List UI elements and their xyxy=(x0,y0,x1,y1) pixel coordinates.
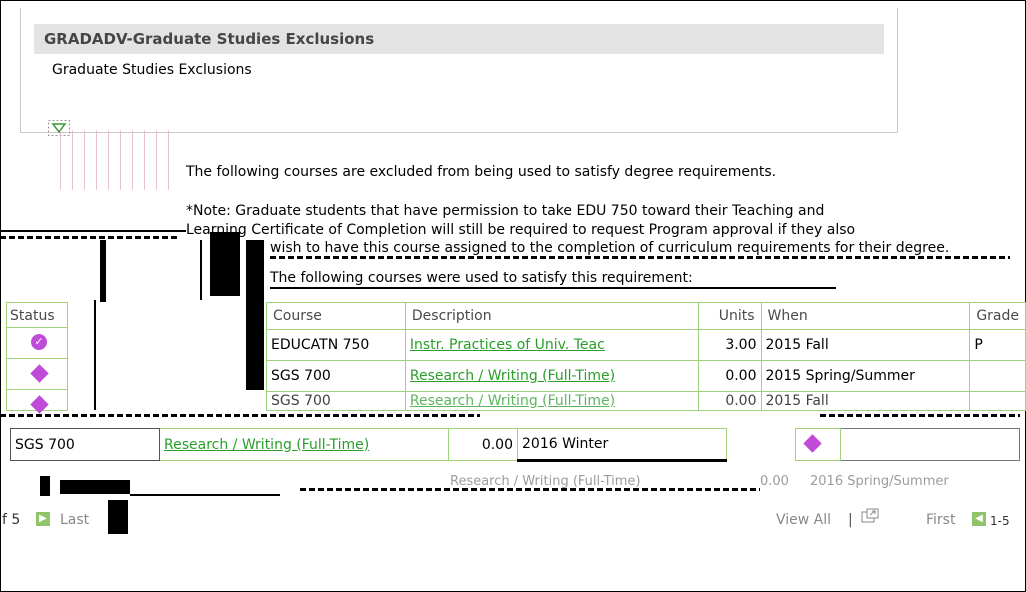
when-cell: 2016 Winter xyxy=(517,428,727,462)
previous-arrow-icon[interactable]: ◀ xyxy=(972,512,986,526)
course-cell: SGS 700 xyxy=(266,360,406,392)
glitch-dash xyxy=(0,236,180,239)
faded-description: Research / Writing (Full-Time) xyxy=(450,474,641,489)
glitch-bar xyxy=(246,240,264,390)
glitch-bar xyxy=(210,232,240,296)
glitch-dash xyxy=(300,488,760,491)
glitch-bar xyxy=(100,240,106,302)
page-title: GRADADV-Graduate Studies Exclusions xyxy=(34,24,884,54)
glitch-line xyxy=(270,287,836,289)
course-cell: SGS 700 xyxy=(10,428,160,461)
taken-check-icon: ✓ xyxy=(31,334,47,350)
page-of-label: f 5 xyxy=(2,512,21,528)
status-cell xyxy=(6,359,68,390)
in-progress-diamond-icon xyxy=(30,364,49,383)
grade-cell xyxy=(969,391,1026,411)
course-cell: EDUCATN 750 xyxy=(266,329,406,361)
in-progress-diamond-icon xyxy=(30,395,49,414)
table-row: SGS 700 Research / Writing (Full-Time) 0… xyxy=(266,391,1026,411)
last-link[interactable]: Last xyxy=(60,512,89,528)
table-row: SGS 700 Research / Writing (Full-Time) 0… xyxy=(10,428,1020,462)
status-header: Status xyxy=(6,302,68,328)
glitch-vline xyxy=(94,300,96,410)
in-progress-diamond-icon xyxy=(803,434,822,453)
units-cell: 3.00 xyxy=(697,329,762,361)
glitch-stripes xyxy=(60,130,180,190)
page-subtitle: Graduate Studies Exclusions xyxy=(52,62,252,78)
note-text: *Note: Graduate students that have permi… xyxy=(186,203,825,219)
when-cell: 2015 Fall xyxy=(760,391,971,411)
grade-cell xyxy=(840,428,1020,461)
units-cell: 0.00 xyxy=(697,391,762,411)
used-courses-label: The following courses were used to satis… xyxy=(270,270,693,286)
glitch-vline xyxy=(200,240,202,300)
grade-cell: P xyxy=(969,329,1026,361)
glitch-bar xyxy=(40,476,50,496)
course-table-overlay: SGS 700 Research / Writing (Full-Time) 0… xyxy=(10,428,1020,462)
first-link[interactable]: First xyxy=(926,512,955,528)
course-description-link[interactable]: Instr. Practices of Univ. Teac xyxy=(410,337,605,353)
next-arrow-icon[interactable]: ▶ xyxy=(36,512,50,526)
faded-units: 0.00 xyxy=(760,474,789,489)
status-cell: ✓ xyxy=(6,328,68,359)
column-header-course[interactable]: Course xyxy=(266,302,406,330)
course-description-link[interactable]: Research / Writing (Full-Time) xyxy=(410,368,615,384)
status-cell xyxy=(6,390,68,414)
status-cell xyxy=(795,428,841,461)
course-cell: SGS 700 xyxy=(266,391,406,411)
glitch-dash xyxy=(0,414,480,417)
when-cell: 2015 Fall xyxy=(760,329,971,361)
table-row: EDUCATN 750 Instr. Practices of Univ. Te… xyxy=(266,329,1026,361)
glitch-dash xyxy=(820,414,1020,417)
table-row: SGS 700 Research / Writing (Full-Time) 0… xyxy=(266,360,1026,392)
glitch-dash xyxy=(270,256,1010,259)
popout-icon[interactable] xyxy=(860,508,880,526)
faded-when: 2016 Spring/Summer xyxy=(810,474,949,489)
spacer-cell xyxy=(727,429,796,461)
glitch-line xyxy=(0,230,186,232)
course-description-link[interactable]: Research / Writing (Full-Time) xyxy=(410,393,615,409)
when-cell: 2015 Spring/Summer xyxy=(760,360,971,392)
status-column: Status ✓ xyxy=(6,302,68,414)
page-range: 1-5 xyxy=(990,514,1010,528)
course-description-link[interactable]: Research / Writing (Full-Time) xyxy=(164,437,369,453)
note-text-line2: Learning Certificate of Completion will … xyxy=(186,222,856,238)
note-text-line3: wish to have this course assigned to the… xyxy=(270,240,950,256)
course-table: Course Description Units When Grade EDUC… xyxy=(266,302,1026,411)
exclusion-intro-text: The following courses are excluded from … xyxy=(186,164,777,180)
separator: | xyxy=(848,512,853,528)
pagination-bar: f 5 ▶ Last View All | First ◀ 1-5 xyxy=(0,508,1026,534)
column-header-units[interactable]: Units xyxy=(697,302,762,330)
column-header-description[interactable]: Description xyxy=(404,302,699,330)
glitch-bar xyxy=(60,480,130,494)
units-cell: 0.00 xyxy=(448,428,518,461)
grade-cell xyxy=(969,360,1026,392)
view-all-link[interactable]: View All xyxy=(776,512,831,528)
column-header-when[interactable]: When xyxy=(760,302,971,330)
units-cell: 0.00 xyxy=(697,360,762,392)
column-header-grade[interactable]: Grade xyxy=(969,302,1026,330)
glitch-line xyxy=(130,494,280,496)
